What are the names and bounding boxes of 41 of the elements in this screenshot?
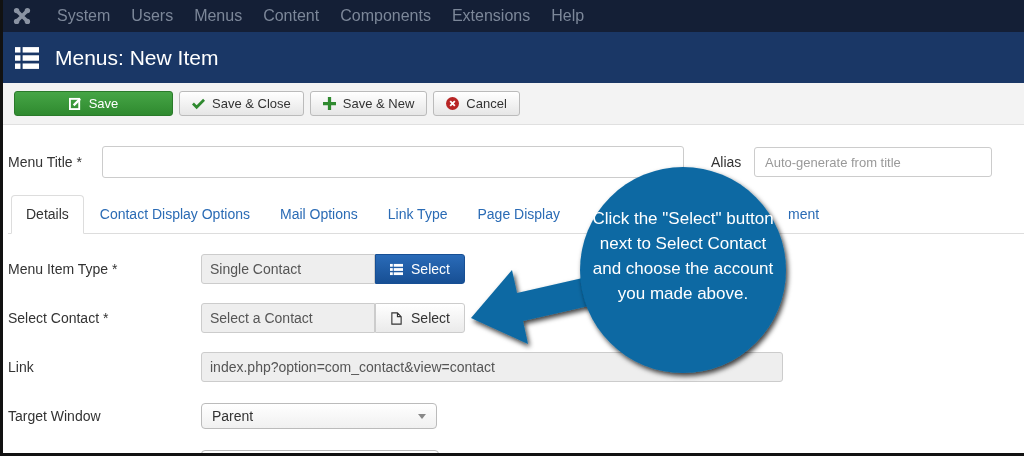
target-window-dropdown[interactable]: Parent [201,403,437,429]
picker-value: Single Contact [201,254,375,284]
caret-icon [418,413,426,419]
toolbar-button[interactable]: Save [14,91,173,116]
field-label: Select Contact * [8,310,110,326]
list-icon [390,262,404,276]
cancel-icon [446,97,460,110]
picker-value: Select a Contact [201,303,375,333]
document-icon [390,311,404,325]
top-menu-item[interactable]: System [57,7,111,25]
menu-title-field[interactable] [102,146,684,178]
tab[interactable]: Contact Display Options [85,196,264,233]
field-label: Link [8,359,35,375]
tab[interactable]: Mail Options [266,196,372,233]
edit-icon [68,97,82,110]
field-label: Alias [711,154,743,170]
check-icon [192,97,205,110]
field-label: Target Window [8,408,102,424]
callout-text: Click the "Select" button next to Select Contact and choose the account you made above. [591,208,775,305]
top-menu-item[interactable]: Extensions [451,7,531,25]
tab[interactable]: Link Type [373,196,462,233]
select-button[interactable]: Select [375,254,465,284]
page-title: Menus: New Item [55,45,219,70]
top-menu-item[interactable]: Help [551,7,585,25]
field-label: Menu Item Type * [8,261,119,277]
toolbar-button[interactable]: Save & Close [179,91,304,116]
field-label: Menu Title * [8,154,83,170]
tab[interactable]: ment [773,196,834,233]
plus-icon [322,97,336,110]
toolbar-button[interactable]: Cancel [433,91,520,116]
top-menu-item[interactable]: Components [340,7,431,25]
top-menu-item[interactable]: Users [131,7,174,25]
tab[interactable]: Details [11,195,84,234]
top-menu-item[interactable]: Content [263,7,320,25]
top-menu-item[interactable]: Menus [194,7,243,25]
toolbar-button[interactable]: Save & New [309,91,428,116]
tab[interactable]: Page Display [463,196,574,233]
list-icon [15,46,39,69]
select-button[interactable]: Select [375,303,465,333]
alias-field[interactable]: Auto-generate from title [754,147,992,177]
joomla-logo-icon[interactable] [13,7,31,25]
